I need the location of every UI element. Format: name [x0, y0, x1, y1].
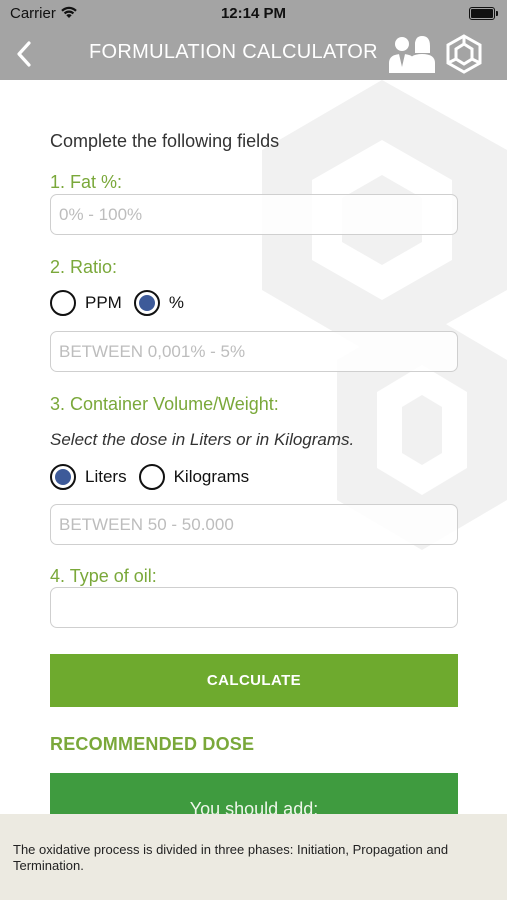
back-chevron-icon[interactable]	[12, 39, 38, 69]
tip-footer: The oxidative process is divided in thre…	[0, 814, 507, 900]
ratio-input[interactable]	[51, 332, 457, 371]
battery-icon	[469, 7, 498, 20]
radio-ppm-label[interactable]: PPM	[85, 293, 122, 313]
fat-field[interactable]	[50, 194, 458, 235]
oil-label: 4. Type of oil:	[50, 566, 157, 586]
radio-percent-label[interactable]: %	[169, 293, 184, 313]
container-hint: Select the dose in Liters or in Kilogram…	[50, 430, 355, 449]
calculate-button[interactable]: CALCULATE	[50, 654, 458, 707]
fat-input[interactable]	[51, 195, 457, 234]
calculator-form: Complete the following fields 1. Fat %: …	[0, 80, 507, 833]
oil-input[interactable]	[51, 588, 457, 627]
navigation-bar: FORMULATION CALCULATOR	[0, 28, 507, 80]
status-bar: Carrier 12:14 PM	[0, 0, 507, 28]
page-title: FORMULATION CALCULATOR	[89, 41, 378, 63]
oil-field[interactable]	[50, 587, 458, 628]
status-time: 12:14 PM	[220, 5, 287, 22]
ratio-field[interactable]	[50, 331, 458, 372]
container-label: 3. Container Volume/Weight:	[50, 394, 279, 414]
tip-text: The oxidative process is divided in thre…	[13, 842, 449, 873]
container-field[interactable]	[50, 504, 458, 545]
radio-kilograms-label[interactable]: Kilograms	[174, 467, 250, 487]
radio-liters-label[interactable]: Liters	[85, 467, 127, 487]
container-input[interactable]	[51, 505, 457, 544]
radio-percent[interactable]	[133, 290, 160, 316]
hexagon-logo-icon[interactable]	[444, 34, 484, 74]
recommended-dose-title: RECOMMENDED DOSE	[50, 734, 255, 754]
radio-liters[interactable]	[50, 464, 76, 490]
radio-kilograms[interactable]	[138, 464, 165, 490]
team-icon[interactable]	[386, 33, 438, 75]
radio-ppm[interactable]	[50, 290, 76, 316]
form-intro: Complete the following fields	[50, 131, 280, 151]
ratio-label: 2. Ratio:	[50, 257, 118, 277]
ratio-radio-group: PPM %	[50, 290, 196, 316]
unit-radio-group: Liters Kilograms	[50, 464, 261, 490]
fat-label: 1. Fat %:	[50, 172, 123, 192]
